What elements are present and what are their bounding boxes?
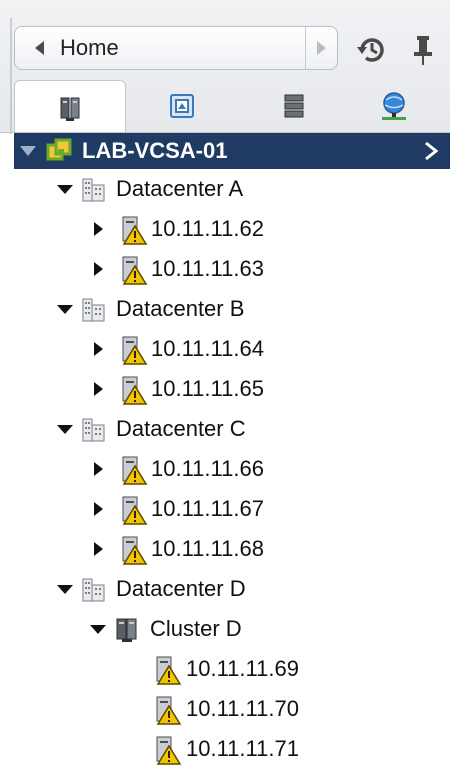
host-label: 10.11.11.71 <box>186 736 299 761</box>
collapse-arrow-icon[interactable] <box>57 185 73 194</box>
history-icon <box>357 38 384 62</box>
tree-row-host[interactable]: 10.11.11.67 <box>0 489 450 529</box>
hosts-clusters-icon <box>60 97 80 121</box>
history-button[interactable] <box>354 32 390 68</box>
back-label: Home <box>60 35 119 60</box>
back-button[interactable]: Home <box>15 27 306 69</box>
collapse-arrow-icon[interactable] <box>57 305 73 314</box>
datacenter-label: Datacenter D <box>116 576 246 601</box>
host-label: 10.11.11.67 <box>151 496 264 521</box>
host-warning-icon <box>122 536 148 565</box>
expand-arrow-icon[interactable] <box>94 542 103 556</box>
host-label: 10.11.11.66 <box>151 456 264 481</box>
datacenter-label: Datacenter C <box>116 416 246 441</box>
collapse-arrow-icon[interactable] <box>57 425 73 434</box>
host-warning-icon <box>122 256 148 285</box>
storage-icon <box>284 94 304 118</box>
tree-row-cluster[interactable]: Cluster D <box>0 609 450 649</box>
tree-row-host[interactable]: 10.11.11.71 <box>0 729 450 769</box>
tree-row-datacenter[interactable]: Datacenter B <box>0 289 450 329</box>
forward-arrow-icon <box>317 41 326 55</box>
tree-row-host[interactable]: 10.11.11.62 <box>0 209 450 249</box>
collapse-arrow-icon[interactable] <box>20 146 36 156</box>
networking-icon <box>382 92 406 120</box>
tab-storage[interactable] <box>238 80 350 132</box>
tab-vms-and-templates[interactable] <box>126 80 238 132</box>
panel-edge <box>10 18 12 134</box>
datacenter-label: Datacenter B <box>116 296 245 321</box>
datacenter-icon <box>82 298 105 322</box>
expand-arrow-icon[interactable] <box>94 502 103 516</box>
vcenter-label: LAB-VCSA-01 <box>82 138 228 163</box>
host-warning-icon <box>122 376 148 405</box>
inventory-tabs <box>14 80 450 134</box>
chevron-right-icon[interactable] <box>422 141 440 161</box>
host-warning-icon <box>122 456 148 485</box>
tree-row-datacenter[interactable]: Datacenter C <box>0 409 450 449</box>
tree-row-vcenter[interactable]: LAB-VCSA-01 <box>14 133 450 169</box>
host-warning-icon <box>122 336 148 365</box>
host-warning-icon <box>122 216 148 245</box>
datacenter-icon <box>82 178 105 202</box>
datacenter-icon <box>82 578 105 602</box>
tab-networking[interactable] <box>338 80 450 132</box>
pin-icon <box>414 36 432 65</box>
cluster-icon <box>116 618 137 642</box>
forward-button[interactable] <box>306 27 337 69</box>
tree-row-datacenter[interactable]: Datacenter D <box>0 569 450 609</box>
host-warning-icon <box>156 656 182 685</box>
collapse-arrow-icon[interactable] <box>57 585 73 594</box>
expand-arrow-icon[interactable] <box>94 262 103 276</box>
tree-row-host[interactable]: 10.11.11.69 <box>0 649 450 689</box>
pin-button[interactable] <box>408 32 438 68</box>
expand-arrow-icon[interactable] <box>94 222 103 236</box>
host-label: 10.11.11.68 <box>151 536 264 561</box>
host-warning-icon <box>122 496 148 525</box>
tree-row-host[interactable]: 10.11.11.66 <box>0 449 450 489</box>
tree-row-host[interactable]: 10.11.11.70 <box>0 689 450 729</box>
expand-arrow-icon[interactable] <box>94 342 103 356</box>
host-label: 10.11.11.69 <box>186 656 299 681</box>
datacenter-icon <box>82 418 105 442</box>
vms-templates-icon <box>170 94 194 118</box>
host-label: 10.11.11.64 <box>151 336 264 361</box>
tree-row-datacenter[interactable]: Datacenter A <box>0 169 450 209</box>
tab-hosts-and-clusters[interactable] <box>14 80 126 134</box>
datacenter-label: Datacenter A <box>116 176 244 201</box>
tree-row-host[interactable]: 10.11.11.68 <box>0 529 450 569</box>
host-label: 10.11.11.65 <box>151 376 264 401</box>
tree-row-host[interactable]: 10.11.11.64 <box>0 329 450 369</box>
host-warning-icon <box>156 736 182 765</box>
tree-row-host[interactable]: 10.11.11.63 <box>0 249 450 289</box>
host-label: 10.11.11.62 <box>151 216 264 241</box>
vcenter-icon <box>46 138 72 161</box>
tree-row-host[interactable]: 10.11.11.65 <box>0 369 450 409</box>
collapse-arrow-icon[interactable] <box>90 625 106 634</box>
navigator-panel: Home LAB-VCSA-01 Datacenter A 10.11.11.6… <box>0 0 450 774</box>
back-arrow-icon <box>35 41 44 55</box>
host-warning-icon <box>156 696 182 725</box>
host-label: 10.11.11.63 <box>151 256 264 281</box>
navigator-breadcrumb: Home <box>14 26 338 70</box>
expand-arrow-icon[interactable] <box>94 382 103 396</box>
cluster-label: Cluster D <box>150 616 242 641</box>
expand-arrow-icon[interactable] <box>94 462 103 476</box>
host-label: 10.11.11.70 <box>186 696 299 721</box>
